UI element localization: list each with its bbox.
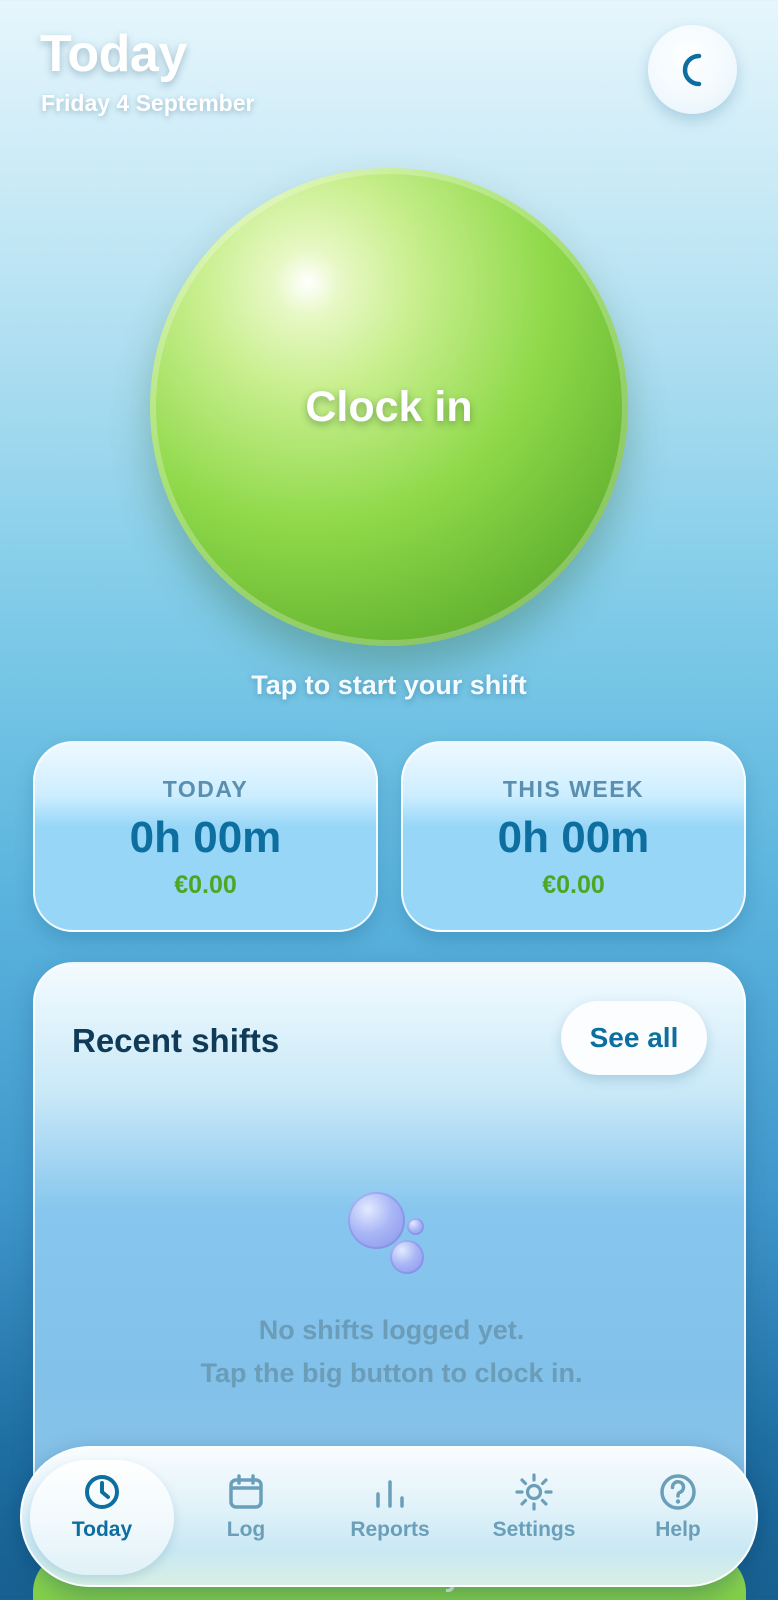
- clock-in-label: Clock in: [305, 382, 473, 431]
- tab-log[interactable]: Log: [174, 1460, 318, 1575]
- bar-chart-icon: [376, 1480, 404, 1508]
- tab-reports-label: Reports: [350, 1518, 430, 1541]
- see-all-button[interactable]: See all: [561, 1001, 707, 1075]
- page-date: Friday 4 September: [41, 90, 255, 116]
- week-stat-duration: 0h 00m: [497, 813, 650, 862]
- page-title: Today: [40, 25, 187, 83]
- today-stat-card: TODAY 0h 00m €0.00: [33, 741, 378, 932]
- help-icon: [660, 1474, 696, 1510]
- today-stat-duration: 0h 00m: [129, 813, 282, 862]
- bubbles-icon: [348, 1192, 428, 1277]
- tab-help-label: Help: [655, 1518, 701, 1541]
- tab-today-label: Today: [71, 1518, 133, 1541]
- theme-toggle-button[interactable]: [648, 25, 737, 114]
- tab-settings-label: Settings: [492, 1518, 576, 1541]
- empty-state-line-1: No shifts logged yet.: [258, 1315, 525, 1345]
- tab-reports[interactable]: Reports: [318, 1460, 462, 1575]
- moon-icon: [682, 53, 701, 86]
- today-stat-earnings: €0.00: [174, 871, 237, 899]
- tab-help[interactable]: Help: [606, 1460, 750, 1575]
- week-stat-earnings: €0.00: [542, 871, 605, 899]
- tab-log-label: Log: [226, 1518, 266, 1541]
- clock-hint: Tap to start your shift: [251, 670, 527, 700]
- sun-icon: [515, 1473, 553, 1511]
- empty-state-line-2: Tap the big button to clock in.: [200, 1358, 583, 1388]
- calendar-icon: [229, 1474, 263, 1509]
- recent-shifts-title: Recent shifts: [72, 1022, 280, 1059]
- week-stat-card: THIS WEEK 0h 00m €0.00: [401, 741, 746, 932]
- today-stat-label: TODAY: [162, 776, 249, 802]
- tab-settings[interactable]: Settings: [462, 1460, 606, 1575]
- empty-state-text: No shifts logged yet. Tap the big button…: [35, 1309, 748, 1395]
- bottom-tab-bar: Today Log Reports Settings Help: [20, 1446, 758, 1587]
- tab-today[interactable]: Today: [30, 1460, 174, 1575]
- week-stat-label: THIS WEEK: [502, 776, 645, 802]
- clock-in-button[interactable]: Clock in: [150, 168, 628, 646]
- clock-icon: [85, 1475, 119, 1509]
